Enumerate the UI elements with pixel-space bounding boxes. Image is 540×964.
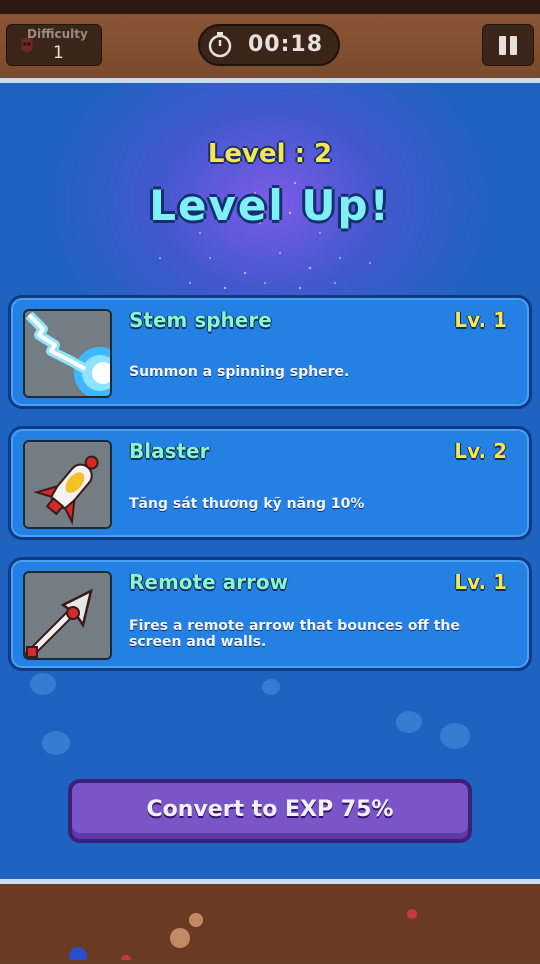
skill-name: Blaster [129,439,210,463]
skill-level: Lv. 1 [454,308,507,332]
skill-name: Remote arrow [129,570,289,594]
difficulty-label: Difficulty [27,27,88,41]
difficulty-indicator: Difficulty 1 [6,24,102,66]
skill-card-stem-sphere[interactable]: Stem sphere Lv. 1 Summon a spinning sphe… [8,295,532,409]
stopwatch-icon [208,32,232,58]
game-field [0,884,540,964]
background-enemy-silhouette [396,711,422,733]
skill-description: Summon a spinning sphere. [129,364,350,380]
timer: 00:18 [198,24,340,66]
skill-card-remote-arrow[interactable]: Remote arrow Lv. 1 Fires a remote arrow … [8,557,532,671]
lightning-sphere-icon [23,309,112,398]
convert-to-exp-button[interactable]: Convert to EXP 75% [68,779,472,843]
skill-level: Lv. 1 [454,570,507,594]
background-enemy-silhouette [440,723,470,749]
pause-icon [499,36,506,55]
background-enemy-silhouette [262,679,280,695]
convert-button-label: Convert to EXP 75% [146,797,394,822]
skill-description: Tăng sát thương kỹ năng 10% [129,496,365,512]
background-enemy-silhouette [30,673,56,695]
arrow-icon [23,571,112,660]
enemy-sprites [69,909,417,964]
timer-value: 00:18 [248,32,324,57]
skill-description: Fires a remote arrow that bounces off th… [129,618,460,650]
difficulty-value: 1 [53,43,64,63]
pause-icon-bar [510,36,517,55]
level-number: Level : 2 [207,139,333,169]
skill-name: Stem sphere [129,308,272,332]
pause-button[interactable] [482,24,534,66]
level-up-title: Level Up! [149,181,391,230]
skill-level: Lv. 2 [454,439,507,463]
top-hud: Difficulty 1 00:18 [0,0,540,78]
background-enemy-silhouette [42,731,70,755]
level-up-panel: Level : 2 Level Up! Stem sphere Lv. 1 Su… [0,78,540,884]
rocket-blaster-icon [23,440,112,529]
skill-card-blaster[interactable]: Blaster Lv. 2 Tăng sát thương kỹ năng 10… [8,426,532,540]
